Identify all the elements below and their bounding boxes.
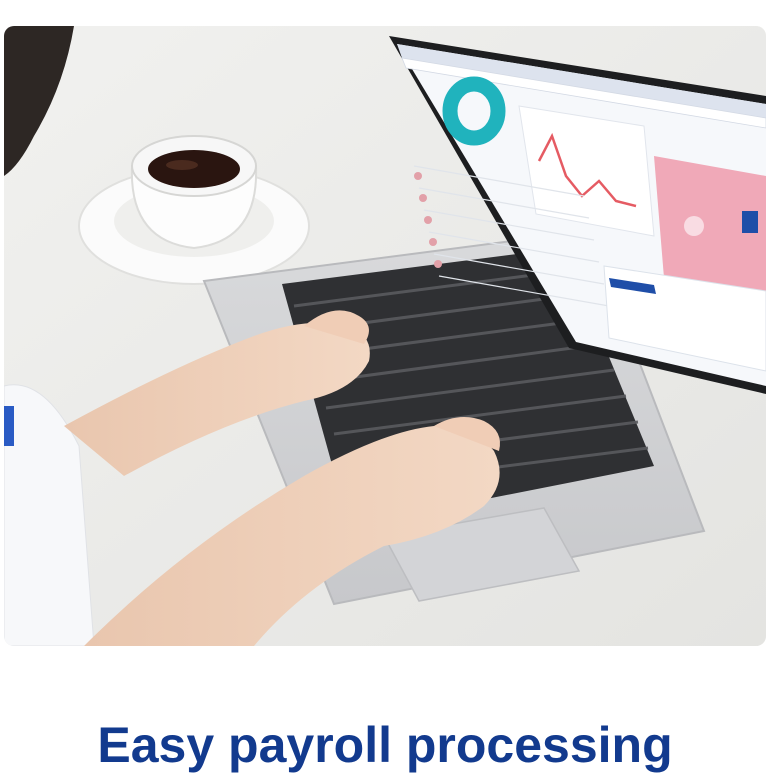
laptop-scene-illustration <box>4 26 766 646</box>
page-heading: Easy payroll processing <box>97 717 673 773</box>
hero-photo <box>4 26 766 646</box>
